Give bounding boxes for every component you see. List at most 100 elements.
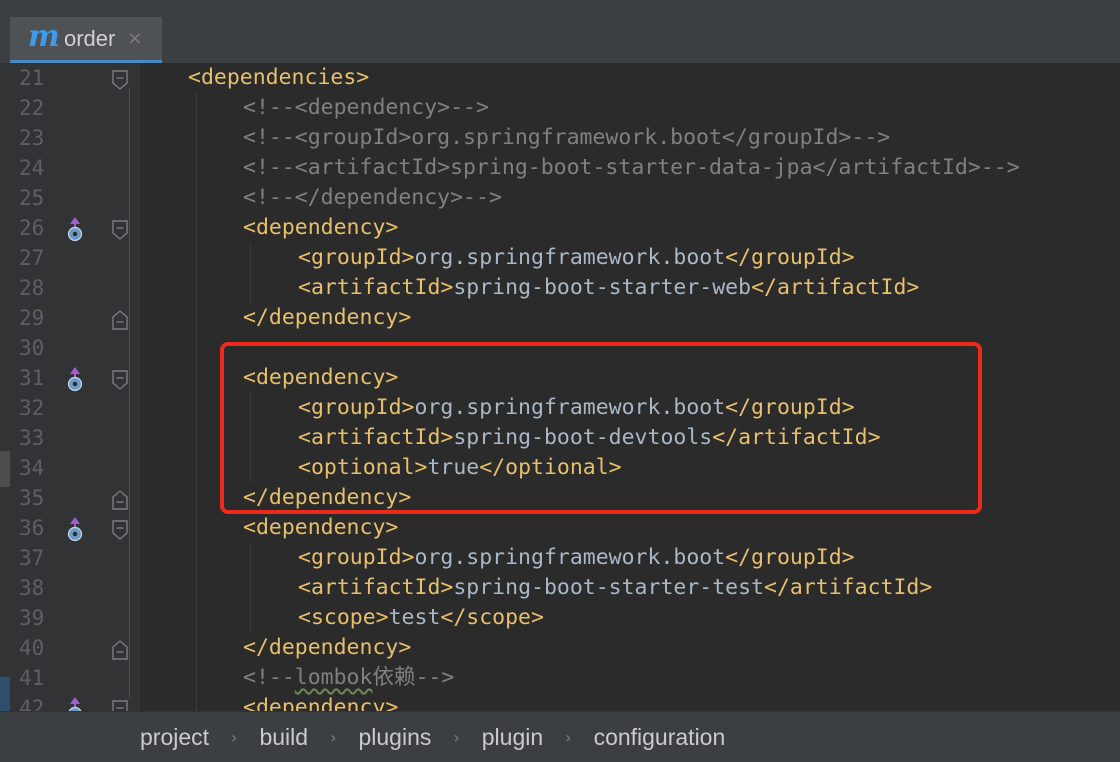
scroll-marker: [0, 451, 10, 487]
gutter-row: 24: [10, 153, 140, 183]
breadcrumb-item-project[interactable]: project: [140, 724, 209, 751]
editor-tab-order[interactable]: m order ×: [10, 17, 162, 63]
chevron-right-icon: ›: [330, 727, 337, 747]
code-line[interactable]: <artifactId>spring-boot-starter-web</art…: [140, 273, 1020, 303]
editor-gutter: 21 22 23 24 25 26 27 28 29 30 31 32 33 34 35 36 37 38 39 40…: [10, 63, 140, 722]
line-number: 28: [19, 276, 45, 300]
gutter-row: 28: [10, 273, 140, 303]
code-line[interactable]: <!--lombok依赖-->: [140, 663, 1020, 693]
code-editor[interactable]: <dependencies> <!--<dependency>--> <!--<gr…: [140, 63, 1120, 711]
xml-text: spring-boot-starter-web: [453, 275, 752, 300]
xml-comment: <!--<groupId>org.springframework.boot</g…: [243, 125, 891, 150]
code-line[interactable]: </dependency>: [140, 633, 1020, 663]
line-number: 32: [19, 396, 45, 420]
xml-tag: <dependency>: [243, 515, 399, 540]
fold-collapse-icon[interactable]: [109, 368, 131, 392]
gutter-row: 34: [10, 453, 140, 483]
line-number: 21: [19, 66, 45, 90]
code-line[interactable]: <groupId>org.springframework.boot</group…: [140, 243, 1020, 273]
gutter-row: 38: [10, 573, 140, 603]
code-line[interactable]: <!--<artifactId>spring-boot-starter-data…: [140, 153, 1020, 183]
fold-end-icon[interactable]: [109, 488, 131, 512]
xml-comment: <!--: [243, 665, 295, 690]
line-number: 39: [19, 606, 45, 630]
fold-collapse-icon[interactable]: [109, 518, 131, 542]
code-line[interactable]: <scope>test</scope>: [140, 603, 1020, 633]
close-icon[interactable]: ×: [127, 28, 142, 49]
code-line[interactable]: <groupId>org.springframework.boot</group…: [140, 543, 1020, 573]
code-line[interactable]: <!--<dependency>-->: [140, 93, 1020, 123]
line-number: 35: [19, 486, 45, 510]
xml-text: spring-boot-starter-test: [453, 575, 765, 600]
override-arrow-icon[interactable]: [65, 516, 85, 542]
xml-tag: <dependency>: [243, 695, 399, 711]
xml-tag: </groupId>: [725, 245, 855, 270]
xml-comment: lombok: [294, 665, 373, 690]
gutter-row: 40: [10, 633, 140, 663]
code-line[interactable]: <dependency>: [140, 693, 1020, 711]
line-number: 27: [19, 246, 45, 270]
left-tool-strip: [0, 63, 10, 711]
gutter-row: 39: [10, 603, 140, 633]
code-line[interactable]: <dependency>: [140, 213, 1020, 243]
line-number: 22: [19, 96, 45, 120]
line-number: 29: [19, 306, 45, 330]
code-line[interactable]: <dependency>: [140, 513, 1020, 543]
override-arrow-icon[interactable]: [65, 366, 85, 392]
xml-tag: </artifactId>: [751, 275, 920, 300]
chevron-right-icon: ›: [565, 727, 572, 747]
gutter-row: 30: [10, 333, 140, 363]
code-line[interactable]: <artifactId>spring-boot-starter-test</ar…: [140, 573, 1020, 603]
line-number: 23: [19, 126, 45, 150]
fold-collapse-icon[interactable]: [109, 68, 131, 92]
line-number: 41: [19, 666, 45, 690]
gutter-row: 23: [10, 123, 140, 153]
breadcrumb-item-build[interactable]: build: [259, 724, 308, 751]
xml-tag: <groupId>: [298, 245, 415, 270]
code-line[interactable]: <!--</dependency>-->: [140, 183, 1020, 213]
line-number: 25: [19, 186, 45, 210]
line-number: 26: [19, 216, 45, 240]
fold-end-icon[interactable]: [109, 638, 131, 662]
gutter-row: 31: [10, 363, 140, 393]
xml-tag: <dependency>: [243, 215, 399, 240]
tab-label: order: [64, 25, 116, 51]
xml-tag: <artifactId>: [298, 575, 454, 600]
line-number: 36: [19, 516, 45, 540]
gutter-row: 36: [10, 513, 140, 543]
chevron-right-icon: ›: [453, 727, 460, 747]
xml-tag: <dependencies>: [188, 65, 370, 90]
breadcrumb-item-plugins[interactable]: plugins: [358, 724, 431, 751]
xml-comment: <!--<dependency>-->: [243, 95, 489, 120]
fold-collapse-icon[interactable]: [109, 218, 131, 242]
code-line[interactable]: <!--<groupId>org.springframework.boot</g…: [140, 123, 1020, 153]
code-line[interactable]: </dependency>: [140, 303, 1020, 333]
gutter-row: 22: [10, 93, 140, 123]
breadcrumb-item-configuration[interactable]: configuration: [594, 724, 726, 751]
gutter-row: 27: [10, 243, 140, 273]
code-line[interactable]: <dependencies>: [140, 63, 1020, 93]
breadcrumb: project › build › plugins › plugin › configurati…: [0, 711, 1120, 762]
line-number: 37: [19, 546, 45, 570]
line-number: 40: [19, 636, 45, 660]
xml-tag: </dependency>: [243, 305, 412, 330]
gutter-row: 25: [10, 183, 140, 213]
xml-tag: </artifactId>: [764, 575, 933, 600]
override-arrow-icon[interactable]: [65, 216, 85, 242]
gutter-row: 35: [10, 483, 140, 513]
xml-comment: <!--<artifactId>spring-boot-starter-data…: [243, 155, 1020, 180]
xml-tag: </scope>: [440, 605, 544, 630]
editor-tab-bar: m order ×: [0, 0, 1120, 64]
xml-text: test: [388, 605, 441, 630]
xml-tag: <artifactId>: [298, 275, 454, 300]
xml-tag: </groupId>: [725, 545, 855, 570]
xml-tag: </dependency>: [243, 635, 412, 660]
line-number: 38: [19, 576, 45, 600]
breadcrumb-item-plugin[interactable]: plugin: [482, 724, 543, 751]
highlight-box: [220, 342, 982, 514]
gutter-row: 32: [10, 393, 140, 423]
xml-tag: <groupId>: [298, 545, 415, 570]
fold-end-icon[interactable]: [109, 308, 131, 332]
gutter-row: 26: [10, 213, 140, 243]
chevron-right-icon: ›: [231, 727, 238, 747]
